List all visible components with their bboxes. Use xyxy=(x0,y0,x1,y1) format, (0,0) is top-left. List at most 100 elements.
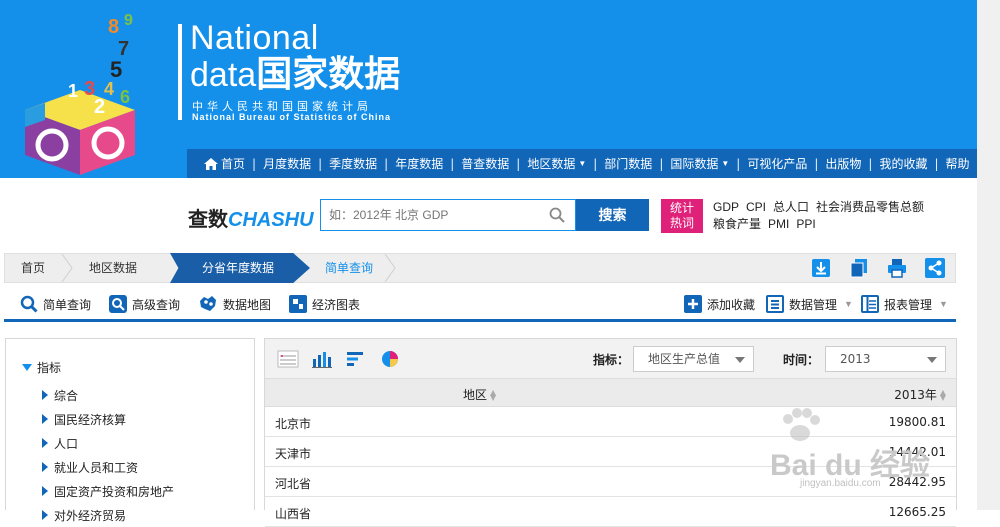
nav-international[interactable]: 国际数据 ▼ xyxy=(663,155,736,172)
brand-data-en: data xyxy=(190,56,257,94)
hot-word-link[interactable]: 总人口 xyxy=(773,200,809,214)
hot-word-link[interactable]: 社会消费品零售总额 xyxy=(816,200,924,214)
simple-query-button[interactable]: 简单查询 xyxy=(20,295,91,313)
data-map-button[interactable]: 数据地图 xyxy=(198,295,271,313)
nav-annual[interactable]: 年度数据 xyxy=(388,155,450,172)
report-manage-button[interactable]: 报表管理 ▼ xyxy=(861,295,948,313)
hot-words-list: GDP CPI 总人口 社会消费品零售总额 粮食产量 PMI PPI xyxy=(713,199,963,233)
nav-separator: | xyxy=(736,156,741,171)
cell-region: 河北省 xyxy=(275,477,312,491)
nav-home[interactable]: 首页 xyxy=(197,155,252,172)
print-icon[interactable] xyxy=(887,258,907,278)
query-toolbar: 简单查询 高级查询 数据地图 经济图表 添加收藏 数据管理 ▼ 报表管理 ▼ xyxy=(4,292,956,322)
sort-icon: ▲ ▼ xyxy=(939,387,946,402)
cell-value: 12665.25 xyxy=(888,505,946,519)
advanced-query-button[interactable]: 高级查询 xyxy=(109,295,180,313)
hot-word-link[interactable]: GDP xyxy=(713,200,739,214)
caret-right-icon xyxy=(42,390,48,400)
hot-word-link[interactable]: PMI xyxy=(768,217,789,231)
cell-value: 28442.95 xyxy=(888,475,946,489)
search-button[interactable]: 搜索 xyxy=(576,199,649,231)
econ-chart-button[interactable]: 经济图表 xyxy=(289,295,360,313)
home-icon xyxy=(204,157,218,170)
chevron-down-icon xyxy=(927,357,937,363)
nav-regional-label: 地区数据 xyxy=(527,157,576,171)
chashu-logo-en: CHASHU xyxy=(228,209,314,231)
tree-root-label: 指标 xyxy=(37,360,62,375)
column-header-region-label: 地区 xyxy=(463,388,488,402)
svg-text:8: 8 xyxy=(108,16,119,38)
nav-census[interactable]: 普查数据 xyxy=(454,155,516,172)
breadcrumb: 首页 地区数据 分省年度数据 简单查询 xyxy=(4,253,956,283)
copy-icon[interactable] xyxy=(849,258,869,278)
tree-item[interactable]: 对外经济贸易 xyxy=(6,503,254,527)
time-select[interactable]: 2013 xyxy=(825,346,946,372)
indicator-select[interactable]: 地区生产总值 xyxy=(633,346,754,372)
breadcrumb-region[interactable]: 地区数据 xyxy=(89,254,137,282)
pie-chart-icon[interactable] xyxy=(379,349,401,369)
table-icon xyxy=(861,295,879,313)
indicator-tree: 指标 综合 国民经济核算 人口 就业人员和工资 固定资产投资和房地产 对外经济贸… xyxy=(5,338,255,523)
caret-right-icon xyxy=(42,438,48,448)
breadcrumb-separator-icon xyxy=(384,254,396,282)
breadcrumb-current: 简单查询 xyxy=(325,261,374,275)
table-row: 山西省 12665.25 xyxy=(265,497,956,527)
tree-item-label: 综合 xyxy=(54,388,79,403)
column-header-region[interactable]: 地区 ▲ ▼ xyxy=(463,386,496,403)
nav-help[interactable]: 帮助 xyxy=(939,155,977,172)
econ-chart-label: 经济图表 xyxy=(312,297,361,312)
map-icon xyxy=(200,296,216,311)
nav-visualization[interactable]: 可视化产品 xyxy=(740,155,814,172)
table-row: 天津市 14442.01 xyxy=(265,437,956,467)
nav-publications[interactable]: 出版物 xyxy=(818,155,868,172)
tree-root[interactable]: 指标 xyxy=(6,357,254,377)
column-header-year[interactable]: 2013年 ▲ ▼ xyxy=(894,386,946,403)
caret-down-icon xyxy=(22,363,32,371)
table-row: 河北省 28442.95 xyxy=(265,467,956,497)
download-icon[interactable] xyxy=(811,258,831,278)
cell-value: 19800.81 xyxy=(888,415,946,429)
site-header: 8 9 7 5 1 3 4 6 2 National data国家数据 中华人民… xyxy=(0,0,977,178)
nav-regional[interactable]: 地区数据 ▼ xyxy=(520,155,593,172)
brand-national: National xyxy=(190,19,319,57)
horizontal-bar-icon[interactable] xyxy=(345,349,367,369)
brand-data-cn: 国家数据 xyxy=(256,53,401,94)
panel-header: 指标： 地区生产总值 时间： 2013 xyxy=(265,339,956,379)
nav-separator: | xyxy=(252,156,257,171)
tree-item[interactable]: 人口 xyxy=(6,431,254,455)
advanced-search-icon xyxy=(109,295,127,313)
chevron-down-icon: ▼ xyxy=(721,159,730,168)
cell-region: 天津市 xyxy=(275,447,312,461)
svg-text:9: 9 xyxy=(124,12,133,29)
breadcrumb-active[interactable]: 分省年度数据 xyxy=(170,253,310,283)
chashu-logo-cn: 查数 xyxy=(188,209,228,231)
tree-item[interactable]: 国民经济核算 xyxy=(6,407,254,431)
breadcrumb-home[interactable]: 首页 xyxy=(21,254,45,282)
hot-word-link[interactable]: CPI xyxy=(746,200,766,214)
chashu-logo: 查数CHASHU xyxy=(188,203,314,232)
hot-badge-line2: 热词 xyxy=(669,216,694,230)
cell-value: 14442.01 xyxy=(888,445,946,459)
nav-monthly[interactable]: 月度数据 xyxy=(256,155,318,172)
hot-word-link[interactable]: PPI xyxy=(796,217,815,231)
nav-separator: | xyxy=(659,156,664,171)
hot-word-link[interactable]: 粮食产量 xyxy=(713,217,761,231)
tree-item[interactable]: 就业人员和工资 xyxy=(6,455,254,479)
search-icon xyxy=(20,295,38,313)
data-panel: 指标： 地区生产总值 时间： 2013 地区 ▲ ▼ 2013年 ▲ ▼ 北京市 1… xyxy=(264,338,957,527)
table-view-icon[interactable] xyxy=(277,349,299,369)
nav-quarterly[interactable]: 季度数据 xyxy=(322,155,384,172)
nav-department[interactable]: 部门数据 xyxy=(597,155,659,172)
data-manage-button[interactable]: 数据管理 ▼ xyxy=(766,295,853,313)
share-icon[interactable] xyxy=(925,258,945,278)
search-input[interactable] xyxy=(321,200,541,230)
tree-item[interactable]: 综合 xyxy=(6,383,254,407)
brand-data: data国家数据 xyxy=(190,54,400,95)
tree-item[interactable]: 固定资产投资和房地产 xyxy=(6,479,254,503)
chart-icon xyxy=(289,295,307,313)
nav-separator: | xyxy=(516,156,521,171)
bar-chart-icon[interactable] xyxy=(311,349,333,369)
nav-favorites[interactable]: 我的收藏 xyxy=(872,155,934,172)
add-favorite-button[interactable]: 添加收藏 xyxy=(684,295,755,313)
indicator-select-value: 地区生产总值 xyxy=(648,352,721,366)
